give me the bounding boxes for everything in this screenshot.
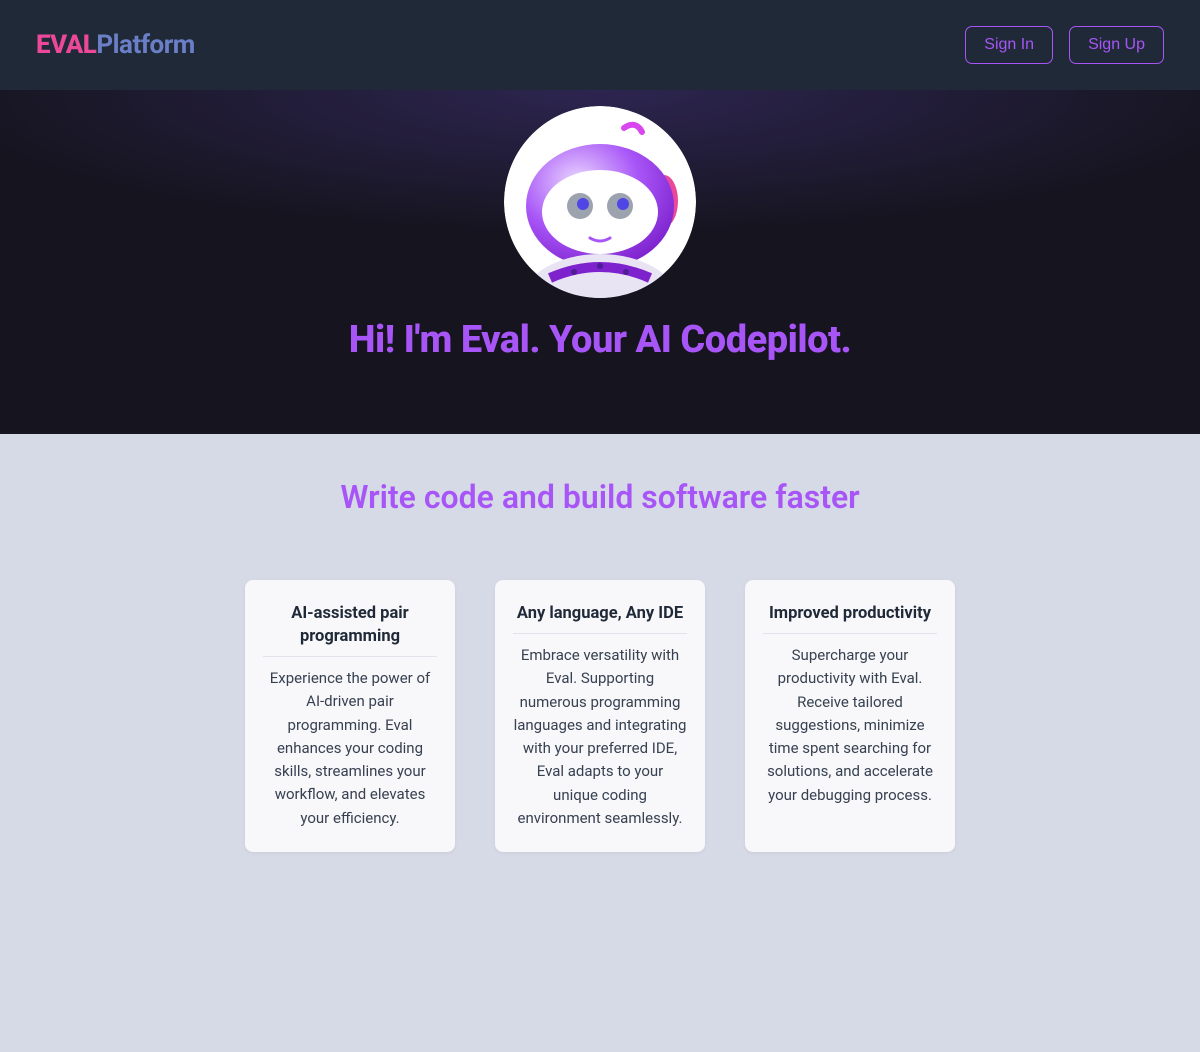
feature-card-description: Experience the power of AI-driven pair p… bbox=[263, 667, 437, 830]
feature-card-title: Improved productivity bbox=[763, 602, 937, 634]
header-buttons: Sign In Sign Up bbox=[965, 26, 1164, 64]
sign-up-button[interactable]: Sign Up bbox=[1069, 26, 1164, 64]
logo-eval: EVAL bbox=[36, 30, 96, 60]
feature-card-description: Supercharge your productivity with Eval.… bbox=[763, 644, 937, 807]
feature-card-title: AI-assisted pair programming bbox=[263, 602, 437, 657]
feature-card-title: Any language, Any IDE bbox=[513, 602, 687, 634]
feature-card-description: Embrace versatility with Eval. Supportin… bbox=[513, 644, 687, 830]
hero-title: Hi! I'm Eval. Your AI Codepilot. bbox=[0, 318, 1200, 362]
logo-platform: Platform bbox=[96, 30, 194, 60]
features-title: Write code and build software faster bbox=[0, 478, 1200, 516]
feature-card: Improved productivity Supercharge your p… bbox=[745, 580, 955, 852]
feature-card: Any language, Any IDE Embrace versatilit… bbox=[495, 580, 705, 852]
sign-in-button[interactable]: Sign In bbox=[965, 26, 1053, 64]
logo[interactable]: EVALPlatform bbox=[36, 30, 195, 60]
header: EVALPlatform Sign In Sign Up bbox=[0, 0, 1200, 90]
robot-avatar-icon bbox=[504, 106, 696, 298]
features-section: Write code and build software faster AI-… bbox=[0, 434, 1200, 1052]
hero-section: Hi! I'm Eval. Your AI Codepilot. bbox=[0, 90, 1200, 434]
feature-card: AI-assisted pair programming Experience … bbox=[245, 580, 455, 852]
feature-cards: AI-assisted pair programming Experience … bbox=[0, 580, 1200, 852]
